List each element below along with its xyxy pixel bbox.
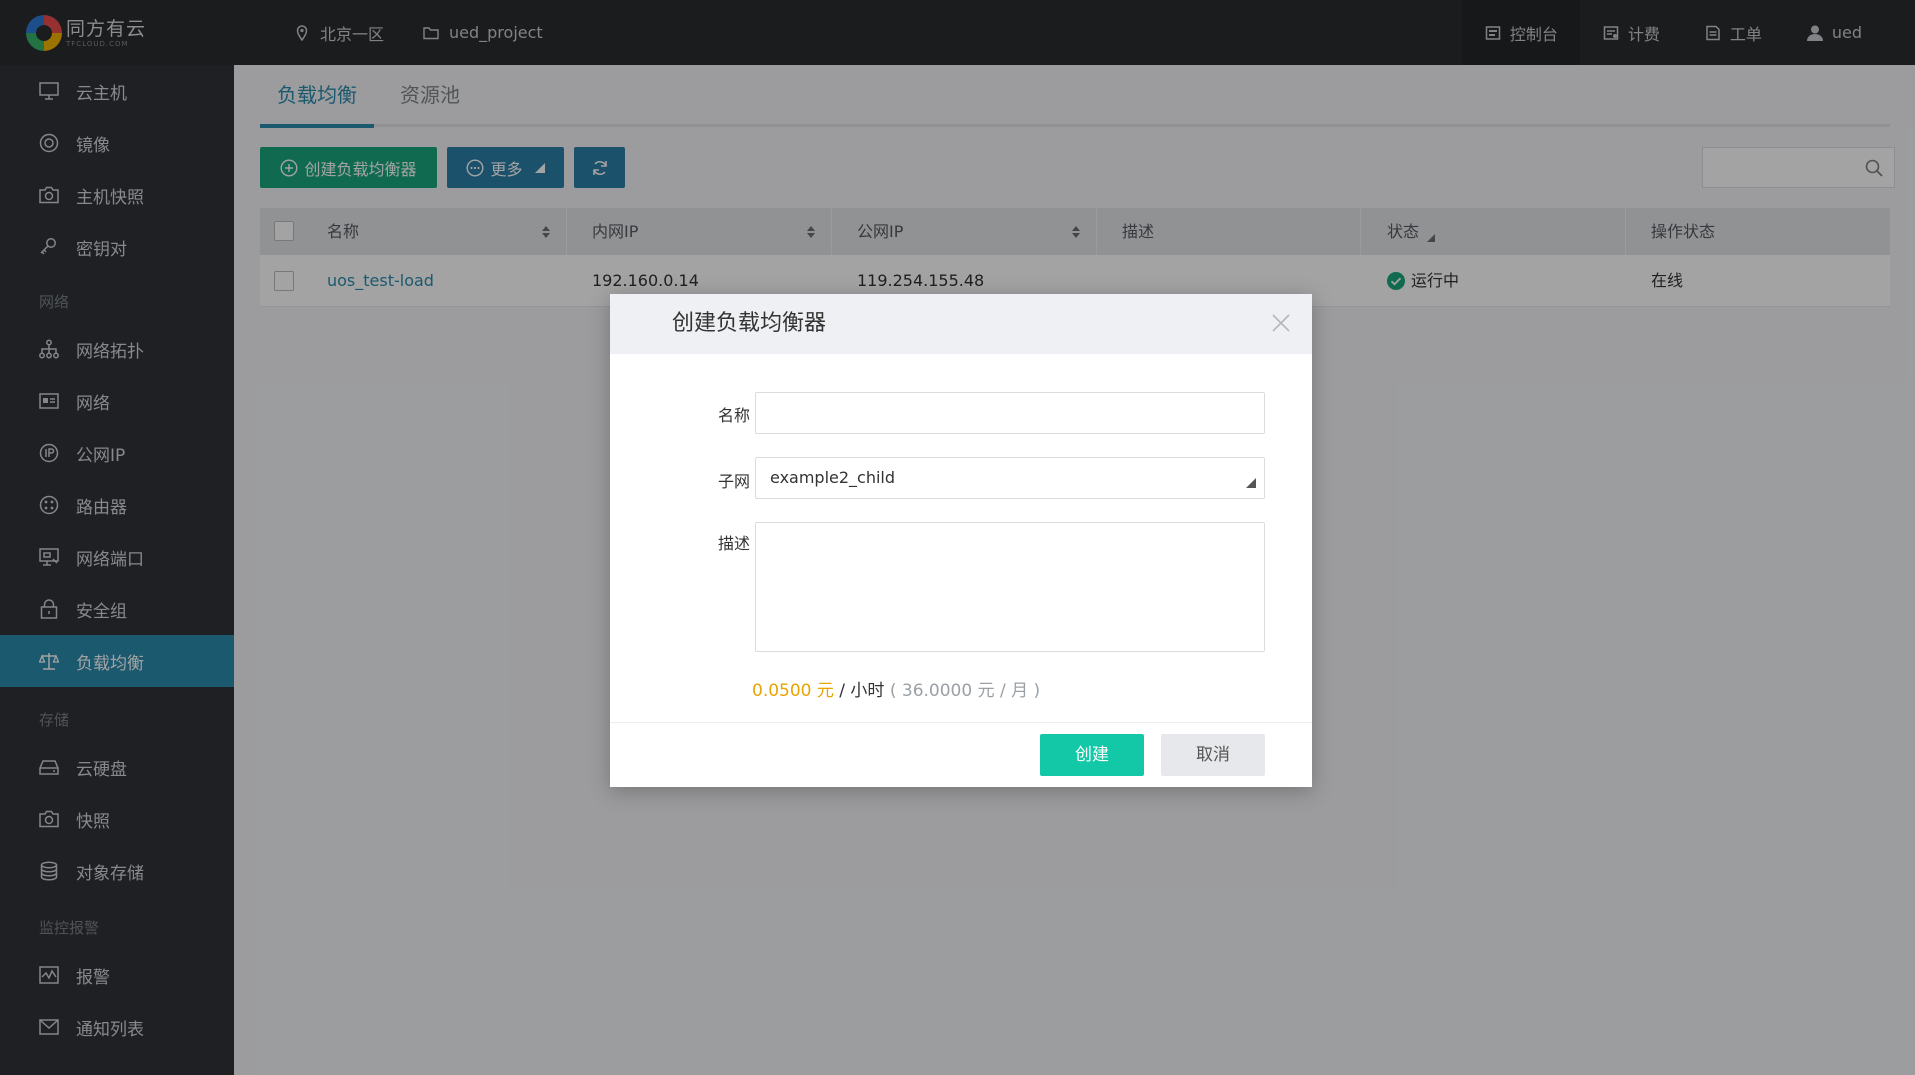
description-label: 描述 [717, 534, 750, 553]
close-icon[interactable] [1270, 312, 1292, 334]
price-info: 0.0500 元 / 小时 ( 36.0000 元 / 月 ) [752, 676, 1040, 701]
price-hourly: 0.0500 元 [752, 681, 834, 701]
description-field[interactable] [755, 522, 1265, 652]
subnet-label: 子网 [717, 472, 750, 491]
name-label: 名称 [717, 406, 750, 425]
price-unit: / 小时 [839, 681, 885, 701]
chevron-down-icon [1246, 473, 1256, 488]
create-button[interactable]: 创建 [1040, 734, 1144, 776]
price-monthly: ( 36.0000 元 / 月 ) [889, 681, 1041, 701]
subnet-select[interactable]: example2_child [755, 457, 1265, 499]
subnet-selected-value: example2_child [770, 468, 896, 487]
cancel-button[interactable]: 取消 [1161, 734, 1265, 776]
dialog-header: 创建负载均衡器 [610, 294, 1312, 354]
name-field[interactable] [755, 392, 1265, 434]
create-load-balancer-dialog: 创建负载均衡器 名称 子网 example2_child 描述 0.0500 元… [610, 294, 1312, 787]
dialog-title: 创建负载均衡器 [672, 311, 827, 336]
